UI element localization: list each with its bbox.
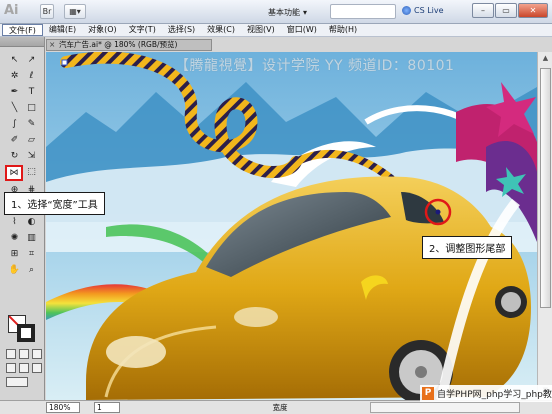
gradient-mode-icon[interactable] — [19, 349, 29, 359]
fill-stroke-swatch[interactable] — [8, 315, 36, 343]
scroll-thumb[interactable] — [540, 68, 551, 308]
eraser-tool-icon[interactable]: ▱ — [24, 133, 39, 146]
search-input[interactable] — [330, 4, 396, 19]
status-bar: 180% 1 宽度 — [0, 400, 552, 414]
close-tab-icon[interactable]: × — [49, 40, 55, 50]
symbol-sprayer-tool-icon[interactable]: ✺ — [7, 231, 22, 244]
menu-effect[interactable]: 效果(C) — [201, 24, 241, 36]
restore-button[interactable]: ▭ — [495, 3, 517, 18]
toolbox-grip[interactable] — [0, 37, 44, 47]
draw-behind-icon[interactable] — [19, 363, 29, 373]
magic-wand-tool-icon[interactable]: ✲ — [7, 69, 22, 82]
screen-mode-row — [6, 377, 28, 387]
blob-brush-tool-icon[interactable]: ✐ — [7, 133, 22, 146]
color-mode-icon[interactable] — [6, 349, 16, 359]
slice-tool-icon[interactable]: ⌗ — [24, 247, 39, 260]
artboard-number-field[interactable]: 1 — [94, 402, 120, 413]
blend-tool-icon[interactable]: ◐ — [24, 215, 39, 228]
lasso-tool-icon[interactable]: ℓ — [24, 69, 39, 82]
cs-live-button[interactable]: CS Live — [402, 6, 444, 15]
workspace-switcher[interactable]: 基本功能 ▾ — [268, 5, 307, 19]
menu-file[interactable]: 文件(F) — [2, 24, 43, 36]
canvas-watermark: 【腾龍視覺】设计学院 YY 频道ID：80101 — [175, 58, 455, 74]
document-title: 汽车广告.ai* @ 180% (RGB/预览) — [59, 40, 178, 49]
php-logo-icon: P — [422, 387, 434, 400]
draw-inside-icon[interactable] — [32, 363, 42, 373]
cs-live-icon — [402, 6, 411, 15]
close-button[interactable]: ✕ — [518, 3, 548, 18]
site-watermark-text: 自学PHP网_php学习_php教 — [437, 390, 552, 400]
draw-mode-buttons — [6, 363, 42, 373]
document-tab[interactable]: × 汽车广告.ai* @ 180% (RGB/预览) — [46, 39, 212, 51]
rectangle-tool-icon[interactable]: □ — [24, 101, 39, 114]
toolbox: ↖ ↗ ✲ ℓ ✒ T ╲ □ ∫ ✎ ✐ ▱ ↻ ⇲ ⋈ ⬚ ⊕ ⋕ # ▤ … — [0, 37, 45, 400]
width-tool-icon[interactable]: ⋈ — [5, 165, 23, 181]
eyedropper-tool-icon[interactable]: ⌇ — [7, 215, 22, 228]
artboard-tool-icon[interactable]: ⊞ — [7, 247, 22, 260]
free-transform-tool-icon[interactable]: ⬚ — [24, 165, 39, 178]
zoom-level-field[interactable]: 180% — [46, 402, 80, 413]
workspace-label: 基本功能 — [268, 7, 300, 17]
arrange-documents-button[interactable]: ▦▾ — [64, 4, 86, 19]
site-watermark: P 自学PHP网_php学习_php教 — [420, 385, 552, 402]
direct-selection-tool-icon[interactable]: ↗ — [24, 53, 39, 66]
selection-tool-icon[interactable]: ↖ — [7, 53, 22, 66]
menu-help[interactable]: 帮助(H) — [323, 24, 363, 36]
color-mode-buttons — [6, 349, 42, 359]
title-bar: Ai Br ▦▾ 基本功能 ▾ CS Live – ▭ ✕ — [0, 0, 552, 24]
menu-object[interactable]: 对象(O) — [82, 24, 123, 36]
callout-step-1: 1、选择“宽度”工具 — [4, 192, 105, 215]
scale-tool-icon[interactable]: ⇲ — [24, 149, 39, 162]
app-logo: Ai — [4, 3, 19, 18]
cs-live-label: CS Live — [414, 6, 444, 15]
zoom-tool-icon[interactable]: ⌕ — [24, 263, 39, 276]
stroke-color-icon[interactable] — [17, 324, 35, 342]
menu-type[interactable]: 文字(T) — [123, 24, 162, 36]
menu-edit[interactable]: 编辑(E) — [43, 24, 82, 36]
minimize-button[interactable]: – — [472, 3, 494, 18]
draw-normal-icon[interactable] — [6, 363, 16, 373]
horizontal-scrollbar[interactable] — [370, 402, 520, 413]
pen-tool-icon[interactable]: ✒ — [7, 85, 22, 98]
graph-tool-icon[interactable]: ▥ — [24, 231, 39, 244]
callout-step-2: 2、调整图形尾部 — [422, 236, 513, 259]
scroll-up-icon[interactable]: ▲ — [540, 54, 551, 65]
vertical-scrollbar[interactable]: ▲ ▼ — [537, 52, 552, 400]
hand-tool-icon[interactable]: ✋ — [7, 263, 22, 276]
menu-bar: 文件(F) 编辑(E) 对象(O) 文字(T) 选择(S) 效果(C) 视图(V… — [0, 24, 552, 37]
current-tool-status: 宽度 — [272, 403, 288, 412]
paintbrush-tool-icon[interactable]: ∫ — [7, 117, 22, 130]
type-tool-icon[interactable]: T — [24, 85, 39, 98]
bridge-button[interactable]: Br — [40, 4, 54, 19]
artboard-canvas[interactable]: 【腾龍視覺】设计学院 YY 频道ID：80101 — [46, 52, 537, 400]
menu-view[interactable]: 视图(V) — [241, 24, 281, 36]
screen-mode-icon[interactable] — [6, 377, 28, 387]
chevron-down-icon: ▾ — [303, 7, 308, 17]
rotate-tool-icon[interactable]: ↻ — [7, 149, 22, 162]
menu-window[interactable]: 窗口(W) — [281, 24, 323, 36]
pencil-tool-icon[interactable]: ✎ — [24, 117, 39, 130]
line-tool-icon[interactable]: ╲ — [7, 101, 22, 114]
car-ad-artwork — [46, 52, 537, 400]
menu-select[interactable]: 选择(S) — [162, 24, 201, 36]
none-mode-icon[interactable] — [32, 349, 42, 359]
